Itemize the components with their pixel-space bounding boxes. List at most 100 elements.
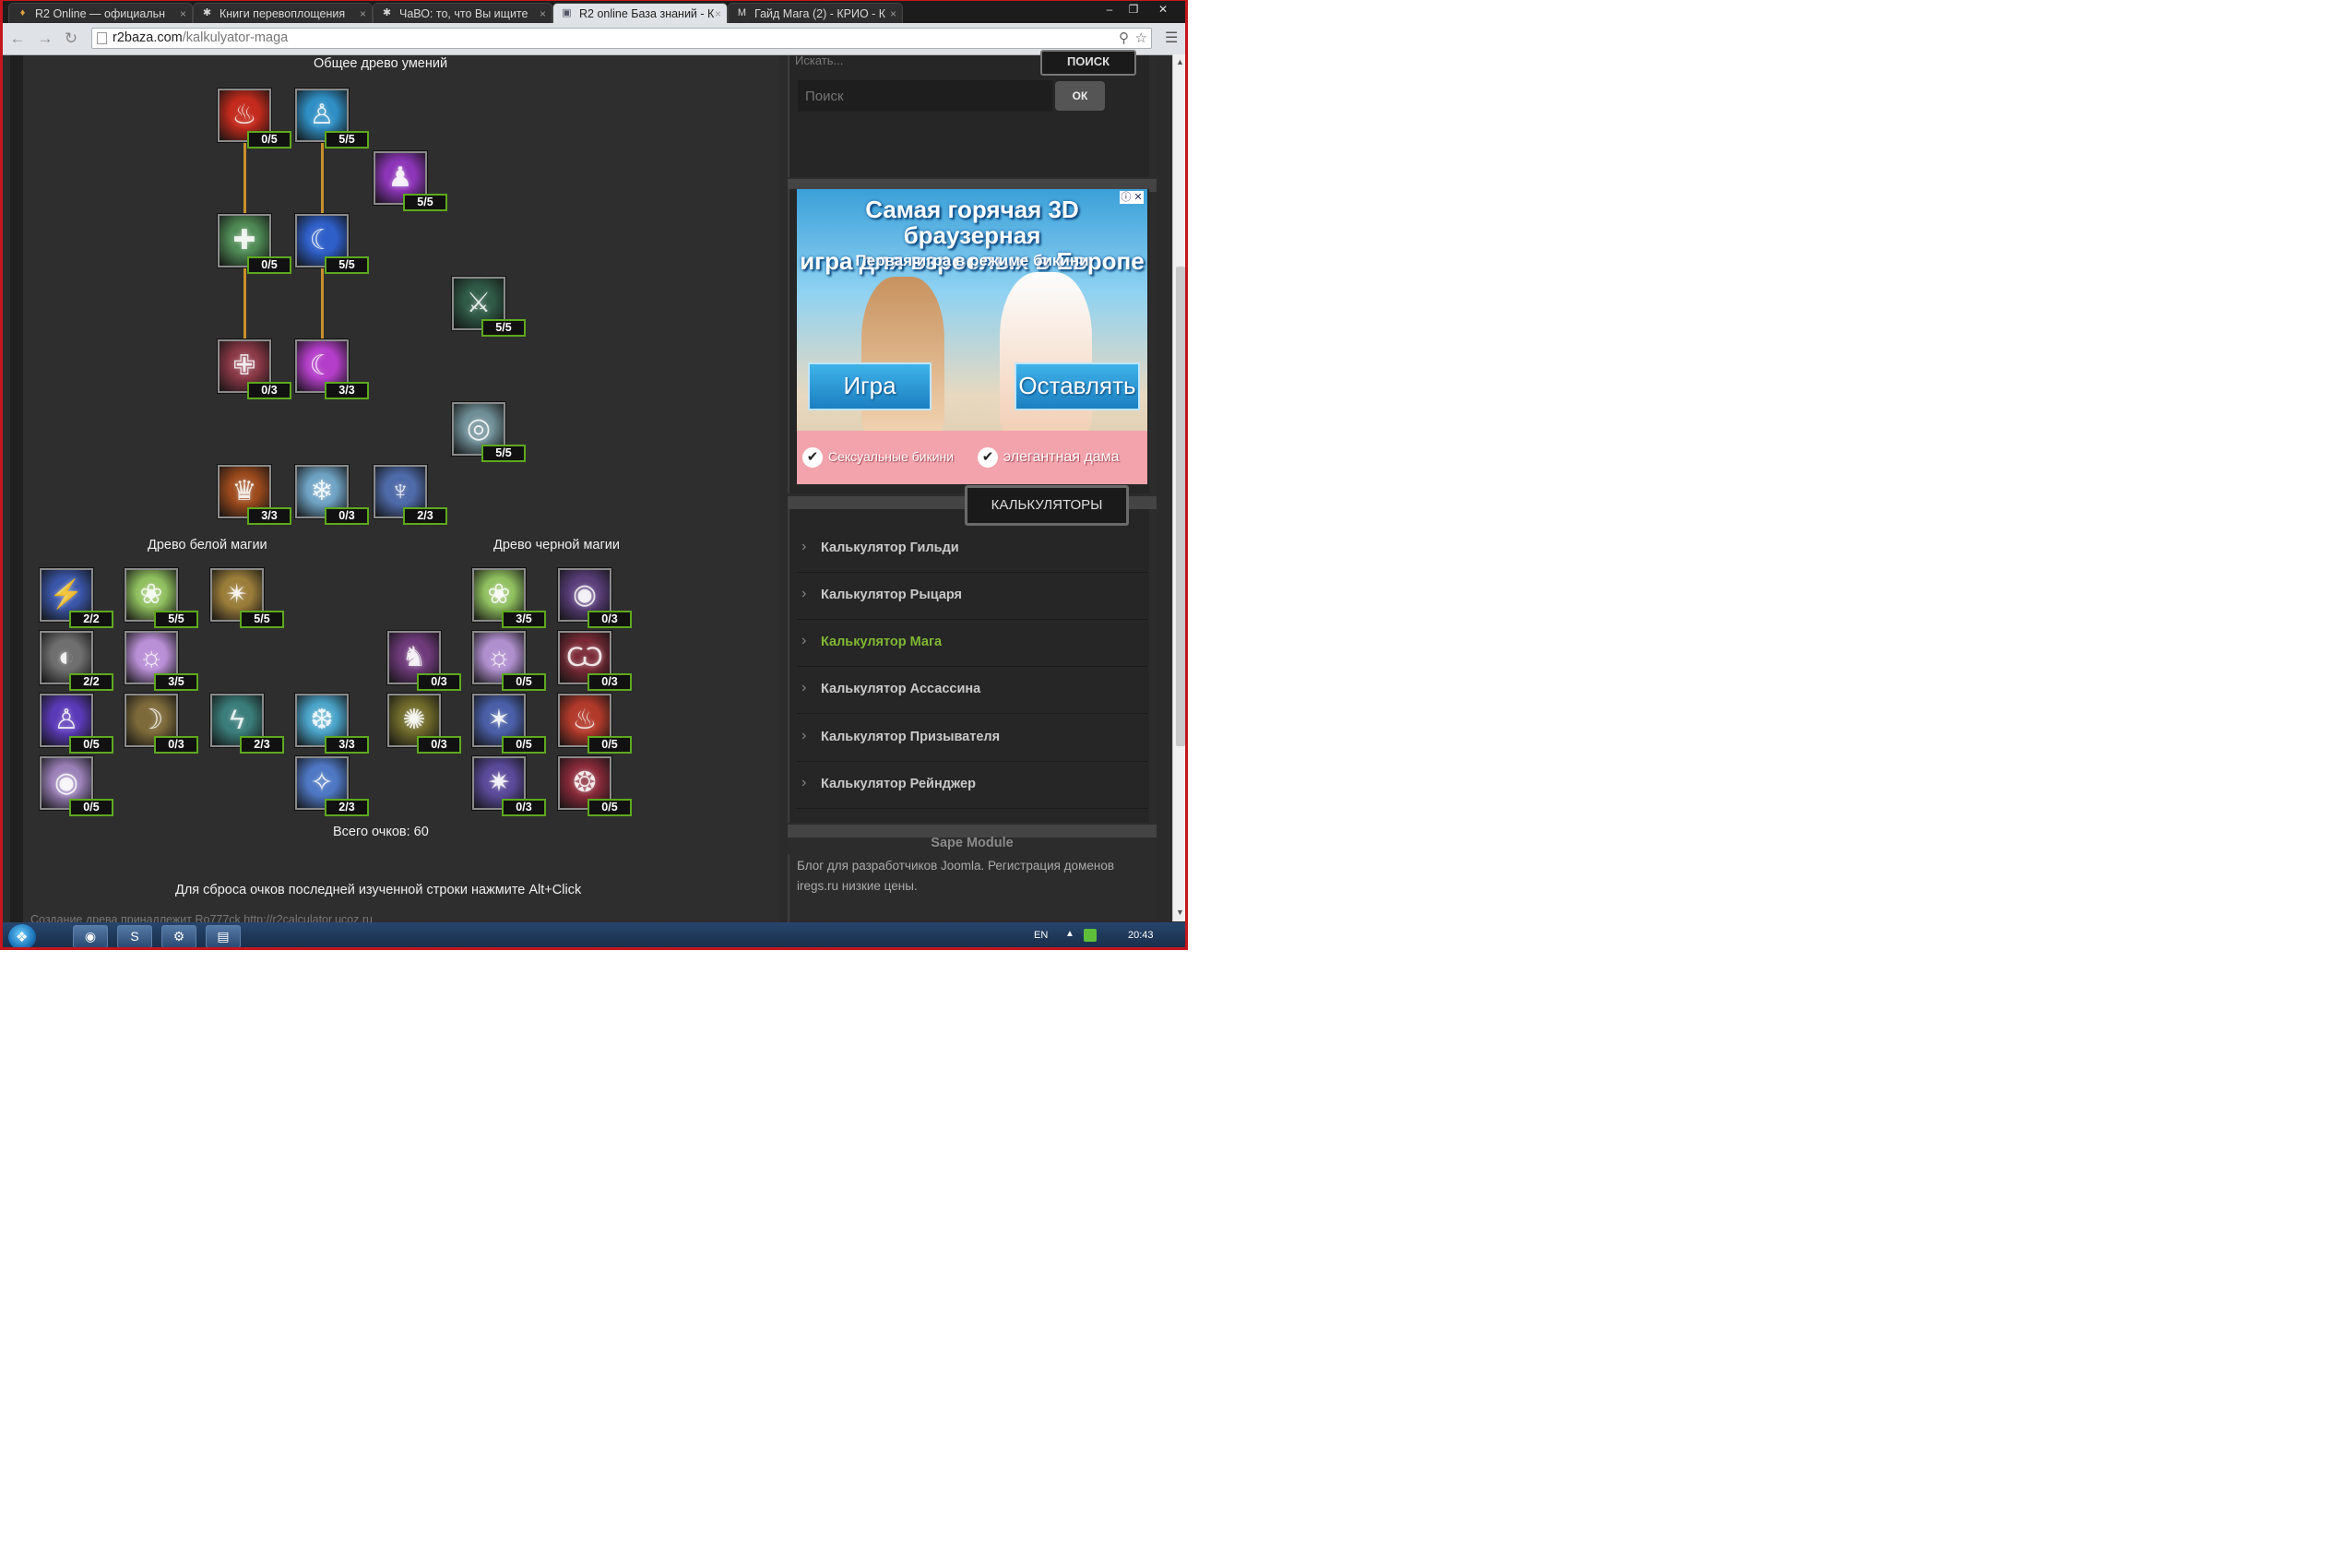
game-task[interactable]: ⚙	[161, 925, 196, 947]
calc-item-summoner[interactable]: › Калькулятор Призывателя	[797, 716, 1147, 762]
chevron-right-icon: ›	[801, 728, 807, 743]
skill-level: 0/5	[247, 256, 291, 274]
taskbar: ❖ ◉ S ⚙ ▤ EN ▲ 20:43	[3, 922, 1185, 947]
skill-green-aura[interactable]: ❀ 5/5	[125, 568, 198, 628]
skill-wind-swirl[interactable]: ◎ 5/5	[452, 402, 526, 462]
bookmark-star-icon[interactable]: ☆	[1135, 30, 1147, 46]
skill-red-cross[interactable]: ✙ 0/3	[218, 339, 291, 399]
page-scrollbar[interactable]: ▲ ▼	[1172, 54, 1185, 921]
ad-banner[interactable]: ⓘ ✕ Самая горячая 3D браузерная игра для …	[797, 189, 1147, 484]
calc-item-ranger[interactable]: › Калькулятор Рейнджер	[797, 763, 1147, 809]
skill-fire-aura[interactable]: ♨ 0/5	[218, 89, 291, 148]
network-icon[interactable]	[1084, 929, 1097, 942]
search-ok-button[interactable]: ОК	[1055, 81, 1105, 111]
skill-purple-spirit[interactable]: ♙ 0/5	[40, 694, 113, 754]
chevron-right-icon: ›	[801, 633, 807, 648]
skill-violet-glow[interactable]: ☼ 0/5	[472, 631, 546, 691]
forward-icon[interactable]: →	[36, 30, 54, 48]
calc-item-guild[interactable]: › Калькулятор Гильди	[797, 527, 1147, 573]
skill-ice-figure[interactable]: ♙ 5/5	[295, 89, 369, 148]
total-points: Всего очков: 60	[333, 825, 429, 839]
skill-purple-orb[interactable]: ☾ 3/3	[295, 339, 369, 399]
skill-teal-lightning[interactable]: ϟ 2/3	[210, 694, 284, 754]
zoom-icon[interactable]: ⚲	[1119, 30, 1129, 46]
skill-holy-cross[interactable]: ✚ 0/5	[218, 214, 291, 274]
back-icon[interactable]: ←	[8, 30, 27, 48]
skill-spirit-wings[interactable]: ♆ 2/3	[374, 465, 447, 525]
skill-ice-guardian[interactable]: ❆ 3/3	[295, 694, 369, 754]
ad-check-left: ✔ Сексуальные бикини	[802, 447, 954, 468]
reload-icon[interactable]: ↻	[62, 30, 80, 48]
menu-icon[interactable]: ☰	[1165, 31, 1180, 46]
skill-level: 0/3	[325, 507, 369, 525]
tab-label: ЧаВО: то, что Вы ищите	[399, 7, 528, 20]
skill-frost-wings[interactable]: ❄ 0/3	[295, 465, 369, 525]
skill-blue-angel[interactable]: ✧ 2/3	[295, 756, 369, 816]
close-tab-icon[interactable]: ×	[360, 4, 366, 23]
skill-shadow-figure[interactable]: ♟ 5/5	[374, 151, 447, 211]
skill-light-beam[interactable]: ⚡ 2/2	[40, 568, 113, 628]
tab-bar: ♦ R2 Online — официальн × ✱ Книги перево…	[3, 1, 1185, 23]
skill-level: 2/3	[325, 799, 369, 816]
tray-expand-icon[interactable]: ▲	[1065, 929, 1074, 939]
tab-faq[interactable]: ✱ ЧаВО: то, что Вы ищите ×	[373, 3, 552, 23]
tab-r2-online[interactable]: ♦ R2 Online — официальн ×	[8, 3, 193, 23]
close-tab-icon[interactable]: ×	[890, 4, 896, 23]
ad-leave-button[interactable]: Оставлять	[1015, 362, 1140, 410]
close-tab-icon[interactable]: ×	[540, 4, 546, 23]
skill-holy-burst[interactable]: ✴ 5/5	[210, 568, 284, 628]
skill-dark-eye[interactable]: ◉ 0/3	[558, 568, 632, 628]
skill-poison-cloud[interactable]: ❀ 3/5	[472, 568, 546, 628]
scroll-up-icon[interactable]: ▲	[1176, 57, 1184, 66]
tab-label: R2 Online — официальн	[35, 7, 166, 20]
skill-sound-wave[interactable]: ◉ 0/5	[40, 756, 113, 816]
tab-knowledge-base[interactable]: ▣ R2 online База знаний - К ×	[552, 3, 728, 23]
restore-icon[interactable]: ❐	[1122, 2, 1145, 17]
scroll-down-icon[interactable]: ▼	[1176, 908, 1184, 917]
search-input[interactable]	[798, 80, 1052, 112]
calc-item-assassin[interactable]: › Калькулятор Ассассина	[797, 668, 1147, 714]
skill-frost-spikes[interactable]: ✶ 0/5	[472, 694, 546, 754]
calc-item-mage[interactable]: › Калькулятор Мага	[797, 621, 1147, 667]
skill-fire-tornado[interactable]: ♨ 0/5	[558, 694, 632, 754]
skill-dark-warrior[interactable]: ⚔ 5/5	[452, 277, 526, 337]
windows-logo-icon: ❖	[16, 930, 29, 945]
page-favicon-icon: ▣	[562, 7, 572, 18]
skill-level: 0/3	[247, 382, 291, 399]
skill-blood-orb[interactable]: ❂ 0/5	[558, 756, 632, 816]
skill-light-glow[interactable]: ☼ 3/5	[125, 631, 198, 691]
skill-level: 0/5	[502, 673, 546, 691]
explorer-task[interactable]: ▤	[206, 925, 241, 947]
skill-level: 0/5	[69, 736, 113, 754]
skill-blue-orb[interactable]: ☾ 5/5	[295, 214, 369, 274]
calc-item-knight[interactable]: › Калькулятор Рыцаря	[797, 574, 1147, 620]
chrome-task[interactable]: ◉	[73, 925, 108, 947]
skill-golden-crest[interactable]: ♛ 3/3	[218, 465, 291, 525]
top-search-button[interactable]: ПОИСК	[1040, 50, 1136, 76]
top-search-input[interactable]: Искать...	[795, 53, 1026, 68]
clock[interactable]: 20:43	[1128, 930, 1154, 941]
address-bar[interactable]: r2baza.com/kalkulyator-maga ⚲ ☆	[91, 28, 1152, 49]
scrollbar-thumb[interactable]	[1176, 267, 1185, 746]
skill-level: 0/3	[417, 736, 461, 754]
skill-blood-jaws[interactable]: Ѡ 0/3	[558, 631, 632, 691]
ad-play-button[interactable]: Игра	[808, 362, 932, 410]
minimize-icon[interactable]: –	[1098, 2, 1121, 17]
skill-white-shield[interactable]: ◐ 2/2	[40, 631, 113, 691]
skype-task[interactable]: S	[117, 925, 152, 947]
tab-books[interactable]: ✱ Книги перевоплощения ×	[193, 3, 373, 23]
skill-level: 0/5	[69, 799, 113, 816]
tab-mage-guide[interactable]: M Гайд Мага (2) - КРИО - К ×	[728, 3, 903, 23]
sape-module-text[interactable]: Блог для разработчиков Joomla. Регистрац…	[797, 856, 1143, 897]
language-indicator[interactable]: EN	[1034, 930, 1048, 941]
skill-shadow-claw[interactable]: ♞ 0/3	[387, 631, 461, 691]
skill-golden-horn[interactable]: ☽ 0/3	[125, 694, 198, 754]
close-tab-icon[interactable]: ×	[180, 4, 186, 23]
sape-module-title: Sape Module	[931, 836, 1014, 850]
page-icon	[97, 32, 107, 44]
skill-dark-spikes[interactable]: ✷ 0/3	[472, 756, 546, 816]
start-button[interactable]: ❖	[8, 924, 36, 947]
close-window-icon[interactable]: ✕	[1152, 2, 1174, 17]
skill-swamp-orb[interactable]: ✺ 0/3	[387, 694, 461, 754]
close-tab-icon[interactable]: ×	[715, 4, 721, 23]
